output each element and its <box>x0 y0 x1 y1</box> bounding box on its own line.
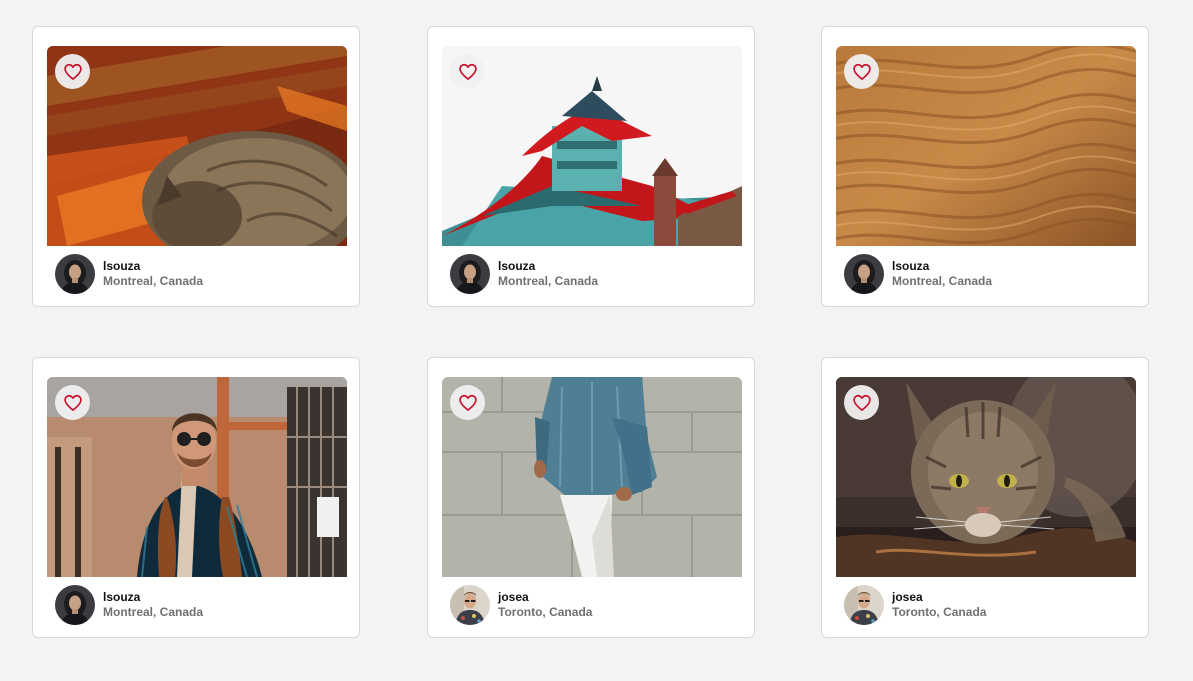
favorite-button[interactable] <box>450 385 485 420</box>
favorite-button[interactable] <box>844 54 879 89</box>
avatar[interactable] <box>844 585 884 625</box>
author-name[interactable]: josea <box>498 590 592 605</box>
photo-cat-drinking-water[interactable] <box>836 377 1136 577</box>
author-name[interactable]: lsouza <box>498 259 598 274</box>
sand-dunes-image <box>836 46 1136 246</box>
photo-sand-dunes[interactable] <box>836 46 1136 246</box>
heart-outline-icon <box>458 393 478 413</box>
author-location: Montreal, Canada <box>892 274 993 288</box>
author-info[interactable]: lsouza Montreal, Canada <box>450 254 598 294</box>
cat-drinking-water-image <box>836 377 1136 577</box>
heart-outline-icon <box>63 393 83 413</box>
author-info[interactable]: lsouza Montreal, Canada <box>55 585 203 625</box>
author-location: Toronto, Canada <box>498 605 593 619</box>
avatar[interactable] <box>55 254 95 294</box>
favorite-button[interactable] <box>450 54 485 89</box>
avatar[interactable] <box>844 254 884 294</box>
avatar[interactable] <box>55 585 95 625</box>
author-info[interactable]: josea Toronto, Canada <box>450 585 592 625</box>
favorite-button[interactable] <box>844 385 879 420</box>
author-location: Toronto, Canada <box>892 605 987 619</box>
photo-card[interactable]: josea Toronto, Canada <box>821 357 1149 638</box>
author-info[interactable]: lsouza Montreal, Canada <box>55 254 203 294</box>
avatar[interactable] <box>450 254 490 294</box>
author-info[interactable]: lsouza Montreal, Canada <box>844 254 992 294</box>
photo-card[interactable]: lsouza Montreal, Canada <box>32 26 360 307</box>
author-name[interactable]: lsouza <box>103 590 203 605</box>
heart-outline-icon <box>852 62 872 82</box>
heart-outline-icon <box>852 393 872 413</box>
heart-outline-icon <box>458 62 478 82</box>
author-location: Montreal, Canada <box>103 605 204 619</box>
photo-grid: lsouza Montreal, Canada lsouza Montreal,… <box>0 0 1193 681</box>
photo-pagoda-building[interactable] <box>442 46 742 246</box>
photo-card[interactable]: lsouza Montreal, Canada <box>821 26 1149 307</box>
person-in-denim-walking-image <box>442 377 742 577</box>
favorite-button[interactable] <box>55 385 90 420</box>
author-name[interactable]: lsouza <box>103 259 203 274</box>
photo-cat-on-rug[interactable] <box>47 46 347 246</box>
favorite-button[interactable] <box>55 54 90 89</box>
photo-person-in-denim-walking[interactable] <box>442 377 742 577</box>
author-name[interactable]: josea <box>892 590 986 605</box>
heart-outline-icon <box>63 62 83 82</box>
author-name[interactable]: lsouza <box>892 259 992 274</box>
author-location: Montreal, Canada <box>498 274 599 288</box>
man-with-sunglasses-image <box>47 377 347 577</box>
author-info[interactable]: josea Toronto, Canada <box>844 585 986 625</box>
avatar[interactable] <box>450 585 490 625</box>
author-location: Montreal, Canada <box>103 274 204 288</box>
photo-card[interactable]: lsouza Montreal, Canada <box>32 357 360 638</box>
photo-card[interactable]: josea Toronto, Canada <box>427 357 755 638</box>
pagoda-building-image <box>442 46 742 246</box>
photo-man-with-sunglasses[interactable] <box>47 377 347 577</box>
photo-card[interactable]: lsouza Montreal, Canada <box>427 26 755 307</box>
cat-on-rug-image <box>47 46 347 246</box>
